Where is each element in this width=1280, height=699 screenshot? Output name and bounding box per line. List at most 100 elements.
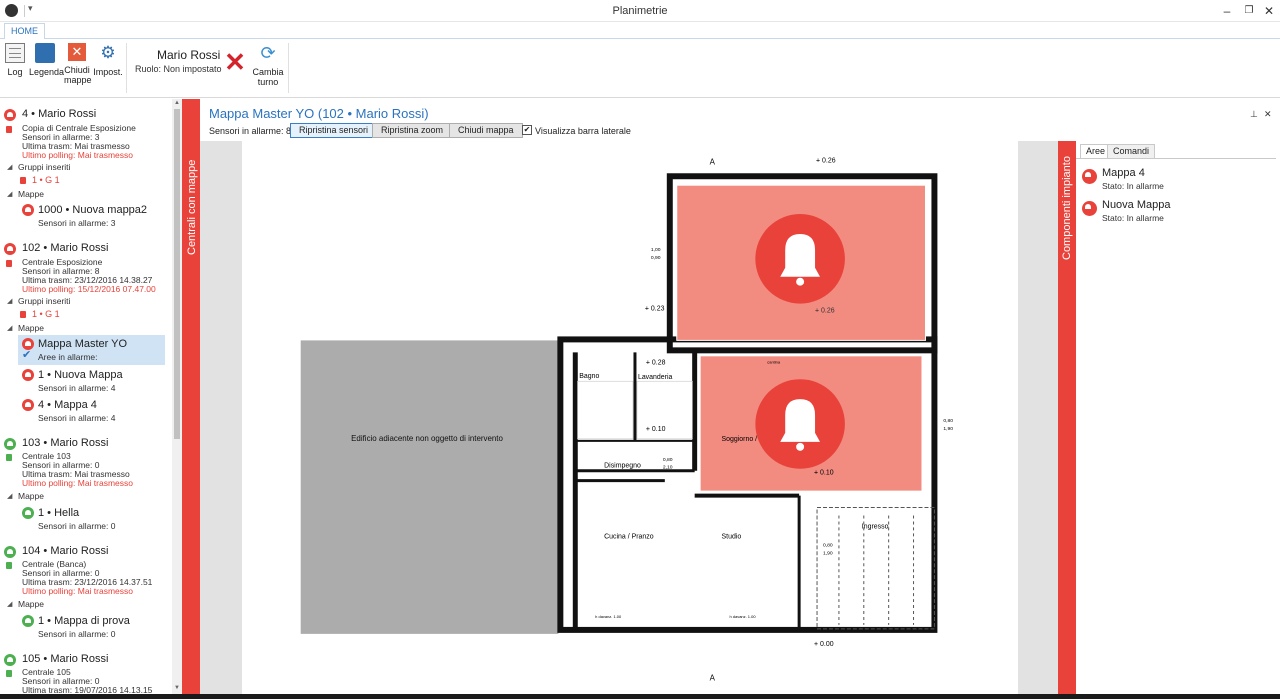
dim-080b: 0,80 [663, 457, 673, 463]
room-label-cucina: Cucina / Pranzo [604, 533, 654, 540]
scroll-up-icon[interactable]: ▲ [174, 100, 180, 106]
close-icon[interactable]: ✕ [1260, 3, 1278, 19]
chiudi-mappe-label: Chiudi mappe [64, 65, 92, 85]
pin-icon[interactable]: ⊥ [1250, 109, 1258, 120]
user-role: Ruolo: Non impostato [135, 64, 222, 74]
collapse-icon[interactable]: ◢ [7, 163, 12, 171]
room-label-soggiorno: Soggiorno / [722, 436, 758, 443]
log-button[interactable]: Log [5, 43, 25, 77]
centrale-ultima-trasm: Ultima trasm: 19/07/2016 14.13.15 [22, 685, 153, 694]
level-023: + 0.23 [645, 306, 665, 313]
centrali-sidebar-label: Centrali con mappe [186, 159, 198, 255]
mappa-sub: Sensori in allarme: 4 [38, 383, 116, 393]
mappa-sub: Sensori in allarme: 4 [38, 413, 116, 423]
centrali-tree: 4 • Mario Rossi Copia di Centrale Esposi… [0, 99, 172, 694]
ribbon: Log Legenda ✕ Chiudi mappe ⚙ Impost. Mar… [0, 39, 1280, 98]
level-010b: + 0.10 [814, 470, 834, 477]
mappe-label: Mappe [18, 323, 44, 333]
lock-icon [6, 454, 12, 461]
floor-plan[interactable]: Edificio adiacente non oggetto di interv… [242, 141, 1018, 694]
centrale-title[interactable]: 4 • Mario Rossi [22, 108, 96, 120]
scroll-thumb[interactable] [174, 109, 180, 439]
lock-icon [6, 126, 12, 133]
cambia-turno-button[interactable]: ⟳ Cambia turno [251, 43, 285, 87]
collapse-icon[interactable]: ◢ [7, 324, 12, 332]
gruppo-item[interactable]: 1 • G 1 [32, 309, 60, 319]
mappe-label: Mappe [18, 491, 44, 501]
visualizza-barra-label: Visualizza barra laterale [535, 126, 631, 136]
componenti-sidebar-tab[interactable]: Componenti impianto [1058, 141, 1076, 694]
mappa-sub: Sensori in allarme: 0 [38, 521, 116, 531]
map-margin-right [1018, 141, 1058, 694]
area-item[interactable]: Mappa 4 Stato: In allarme [1082, 167, 1272, 193]
title-bar: ▾ Planimetrie – ❐ ✕ [0, 0, 1280, 22]
componenti-sidebar-label: Componenti impianto [1061, 156, 1073, 260]
mappa-item[interactable]: 1 • Hella [38, 507, 79, 519]
collapse-icon[interactable]: ◢ [7, 600, 12, 608]
mappa-item[interactable]: 1000 • Nuova mappa2 [38, 204, 147, 216]
chiudi-mappe-button[interactable]: ✕ Chiudi mappe [64, 43, 92, 85]
adjacent-building-label: Edificio adiacente non oggetto di interv… [351, 434, 503, 443]
lock-icon [6, 562, 12, 569]
ripristina-sensori-button[interactable]: Ripristina sensori [290, 123, 378, 138]
gruppo-item[interactable]: 1 • G 1 [32, 175, 60, 185]
cambia-turno-label: Cambia turno [252, 67, 284, 87]
window-title: Planimetrie [612, 5, 668, 17]
collapse-icon[interactable]: ◢ [7, 297, 12, 305]
impostazioni-label: Impost. [93, 67, 123, 77]
close-map-icon[interactable]: ✕ [1264, 109, 1272, 120]
legenda-button[interactable]: Legenda [29, 43, 64, 77]
level-000: + 0.00 [814, 641, 834, 648]
alarm-bell-icon [22, 204, 34, 216]
mappa-item[interactable]: 1 • Mappa di prova [38, 615, 130, 627]
tab-comandi[interactable]: Comandi [1107, 144, 1156, 159]
centrale-title[interactable]: 103 • Mario Rossi [22, 437, 108, 449]
componenti-panel: Aree Comandi Mappa 4 Stato: In allarme N… [1076, 141, 1280, 694]
visualizza-barra-checkbox[interactable]: ✔ [522, 125, 532, 135]
collapse-icon[interactable]: ◢ [7, 190, 12, 198]
refresh-icon: ⟳ [260, 43, 276, 63]
alarm-bell-icon [1082, 201, 1097, 216]
mappa-item[interactable]: 4 • Mappa 4 [38, 399, 97, 411]
mappa-item-selected[interactable]: Mappa Master YO [38, 338, 127, 350]
minimize-icon[interactable]: – [1218, 3, 1236, 19]
map-margin-left [200, 141, 242, 694]
room-label-bagno: Bagno [579, 373, 599, 380]
impostazioni-button[interactable]: ⚙ Impost. [93, 43, 123, 77]
area-item[interactable]: Nuova Mappa Stato: In allarme [1082, 199, 1272, 225]
centrale-title[interactable]: 102 • Mario Rossi [22, 242, 108, 254]
dim-100: 1,00 [651, 247, 661, 253]
area-name: Nuova Mappa [1102, 199, 1171, 211]
mappa-sub: Sensori in allarme: 0 [38, 629, 116, 639]
restore-icon[interactable]: ❐ [1240, 3, 1258, 19]
collapse-icon[interactable]: ◢ [7, 492, 12, 500]
section-marker-bottom: A [710, 674, 716, 683]
level-010a: + 0.10 [646, 426, 666, 433]
tab-home[interactable]: HOME [4, 23, 45, 40]
chiudi-mappa-button[interactable]: Chiudi mappa [449, 123, 523, 138]
mappa-item[interactable]: 1 • Nuova Mappa [38, 369, 123, 381]
ripristina-zoom-button[interactable]: Ripristina zoom [372, 123, 453, 138]
level-028: + 0.28 [646, 359, 666, 366]
red-x-icon: ✕ [224, 47, 246, 77]
centrale-title[interactable]: 104 • Mario Rossi [22, 545, 108, 557]
area-name: Mappa 4 [1102, 167, 1145, 179]
centrale-title[interactable]: 105 • Mario Rossi [22, 653, 108, 665]
level-026b: + 0.26 [815, 308, 835, 315]
ok-bell-icon [22, 615, 34, 627]
section-marker-top: A [710, 157, 716, 166]
alarm-bell-icon [22, 399, 34, 411]
scroll-down-icon[interactable]: ▼ [174, 685, 180, 691]
taskbar-strip [0, 694, 1280, 699]
dim-080: 0,80 [943, 418, 953, 424]
logout-button[interactable]: ✕ [222, 49, 248, 75]
centrali-sidebar-tab[interactable]: Centrali con mappe [182, 99, 200, 694]
gruppi-label: Gruppi inseriti [18, 296, 71, 306]
mappa-sub: Aree in allarme: [38, 352, 98, 362]
close-maps-icon: ✕ [68, 43, 86, 61]
left-scrollbar[interactable]: ▲ ▼ [172, 99, 182, 694]
map-title: Mappa Master YO (102 • Mario Rossi) [209, 106, 429, 121]
ribbon-separator [126, 43, 127, 93]
area-stato: Stato: In allarme [1102, 181, 1164, 191]
ok-bell-icon [4, 654, 16, 666]
